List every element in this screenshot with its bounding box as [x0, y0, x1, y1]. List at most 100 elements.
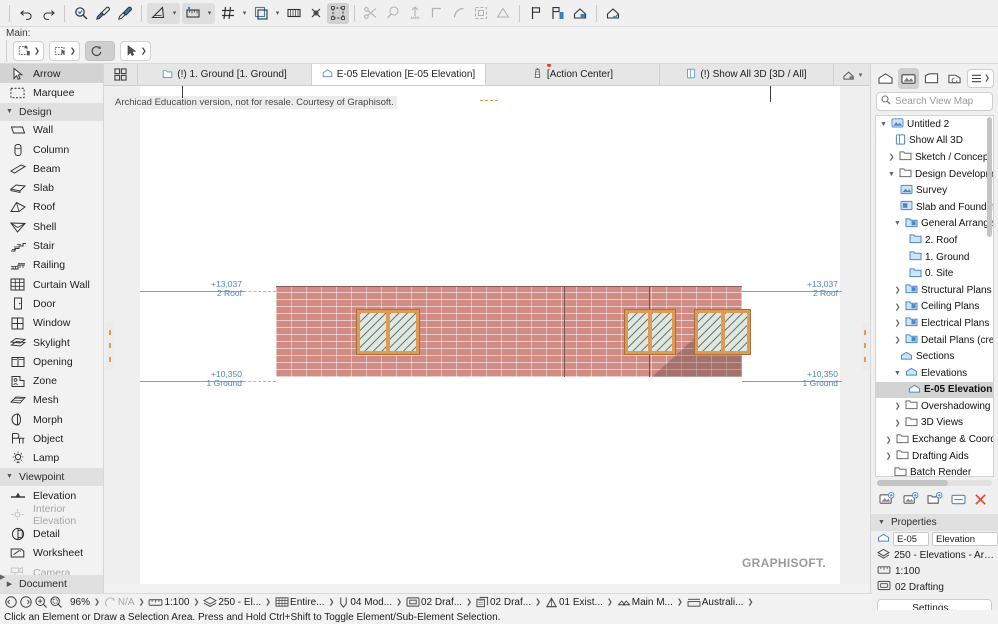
dimension-style-value[interactable]: Australi...	[702, 597, 744, 608]
issue-icon[interactable]	[617, 596, 631, 608]
chevron-right-icon[interactable]: ❯	[466, 598, 472, 606]
guide-lines-icon[interactable]	[250, 3, 272, 24]
tree-item-overshadowing-plans[interactable]: ❯ Overshadowing Pl	[876, 398, 993, 415]
tree-item-slab-and-foundation[interactable]: Slab and Foundatio	[876, 199, 993, 216]
chevron-right-icon[interactable]: ❯	[396, 598, 402, 606]
tool-arrow[interactable]: Arrow	[0, 64, 103, 84]
tab-show-all-3d[interactable]: (!) Show All 3D [3D / All]	[660, 64, 834, 85]
renovation-filter-icon[interactable]	[545, 596, 558, 609]
structure-display-value[interactable]: Entire...	[290, 597, 324, 608]
toolbox-section-design[interactable]: ▼ Design	[0, 102, 103, 121]
tool-curtain-wall[interactable]: Curtain Wall	[0, 275, 103, 294]
chevron-right-icon[interactable]: ❯	[677, 598, 683, 606]
tool-stair[interactable]: Stair	[0, 236, 103, 255]
property-layer-combination[interactable]: 250 - Elevations - Architect...	[871, 547, 998, 563]
tool-railing[interactable]: Railing	[0, 256, 103, 275]
tree-item-batch-render[interactable]: Batch Render	[876, 464, 993, 476]
tree-item-e05-elevation[interactable]: E-05 Elevation	[876, 381, 993, 399]
tree-item-design-development[interactable]: ▼ Design Development	[876, 166, 993, 183]
panel-resize-grip[interactable]: ▶	[0, 570, 5, 584]
tree-item-0-site[interactable]: 0. Site	[876, 265, 993, 282]
chevron-right-icon[interactable]: ❯	[887, 153, 896, 161]
orientation-icon[interactable]	[104, 596, 117, 609]
undo-icon[interactable]	[15, 3, 37, 24]
zoom-next-icon[interactable]	[19, 595, 33, 609]
tree-item-electrical-plans[interactable]: ❯ Electrical Plans	[876, 315, 993, 332]
chevron-right-icon[interactable]: ❯	[893, 336, 902, 344]
chevron-right-icon[interactable]: ❯	[94, 598, 100, 606]
trim-corner-icon[interactable]	[426, 3, 448, 24]
chevron-down-icon[interactable]: ▼	[893, 370, 902, 377]
measure-dropdown[interactable]: ▾	[204, 3, 215, 24]
zoom-in-icon[interactable]	[34, 595, 48, 609]
marquee-3d-icon[interactable]	[327, 2, 349, 24]
layout-book-tab[interactable]	[921, 68, 942, 89]
issue-scheme-value[interactable]: Main M...	[632, 597, 673, 608]
chevron-right-icon[interactable]: ❯	[265, 598, 271, 606]
tree-item-exchange-coordination[interactable]: ❯ Exchange & Coordina	[876, 431, 993, 448]
magic-wand-dropdown[interactable]: ▾	[169, 3, 180, 24]
grid-snap-dropdown[interactable]: ▾	[239, 3, 250, 24]
tool-door[interactable]: Door	[0, 294, 103, 313]
view-map-tree[interactable]: ▼ Untitled 2 Show All 3D ❯ Sketch / Conc…	[875, 115, 994, 477]
clone-folder-icon[interactable]	[903, 492, 919, 509]
arrow-chip[interactable]: ❯	[119, 41, 151, 61]
tool-window[interactable]: Window	[0, 314, 103, 333]
rotate-chip[interactable]	[84, 41, 115, 61]
project-map-tab[interactable]	[875, 68, 896, 89]
guide-lines-dropdown[interactable]: ▾	[272, 3, 283, 24]
model-view-icon[interactable]	[569, 3, 591, 24]
tool-slab[interactable]: Slab	[0, 178, 103, 197]
override-icon[interactable]	[476, 596, 489, 609]
tree-item-1-ground[interactable]: 1. Ground	[876, 249, 993, 266]
chevron-right-icon[interactable]: ❯	[139, 598, 145, 606]
intersect-icon[interactable]	[492, 3, 514, 24]
properties-header[interactable]: ▼ Properties	[871, 514, 998, 531]
eyedropper-icon[interactable]	[92, 3, 114, 24]
renovation-filter-value[interactable]: 01 Exist...	[559, 597, 603, 608]
tree-item-untitled-2[interactable]: ▼ Untitled 2	[876, 116, 993, 133]
tree-item-2-roof[interactable]: 2. Roof	[876, 232, 993, 249]
building-materials-icon[interactable]	[547, 3, 569, 24]
chevron-down-icon[interactable]: ▼	[893, 220, 902, 227]
chevron-right-icon[interactable]: ❯	[329, 598, 335, 606]
tree-vertical-scrollbar[interactable]	[987, 117, 992, 237]
tab-e05-elevation[interactable]: E-05 Elevation [E-05 Elevation]	[312, 64, 486, 85]
tool-shell[interactable]: Shell	[0, 217, 103, 236]
window-right[interactable]	[695, 310, 750, 354]
elevation-marker-handle-right[interactable]	[861, 322, 869, 370]
marquee-chip[interactable]: ❯	[48, 41, 80, 61]
pen-icon[interactable]	[338, 596, 349, 609]
dimension-icon[interactable]	[283, 3, 305, 24]
tool-beam[interactable]: Beam	[0, 159, 103, 178]
fillet-icon[interactable]	[448, 3, 470, 24]
tab-overflow-icon[interactable]: ▾	[834, 64, 870, 85]
view-id-field[interactable]: E-05	[893, 532, 929, 546]
snap-point-icon[interactable]	[305, 3, 327, 24]
chevron-right-icon[interactable]: ❯	[747, 598, 753, 606]
tree-item-sections[interactable]: Sections	[876, 348, 993, 365]
tree-item-drafting-aids[interactable]: ❯ Drafting Aids	[876, 448, 993, 465]
drag-copy-icon[interactable]	[382, 3, 404, 24]
tab-grid-icon[interactable]	[104, 64, 138, 85]
view-name-field[interactable]: Elevation	[932, 532, 998, 546]
tool-lamp[interactable]: Lamp	[0, 449, 103, 468]
chevron-down-icon[interactable]: ▼	[887, 171, 896, 178]
tool-interior-elevation[interactable]: Interior Elevation	[0, 503, 103, 527]
syringe-icon[interactable]	[114, 3, 136, 24]
close-icon[interactable]	[974, 493, 987, 509]
chevron-right-icon[interactable]: ❯	[884, 452, 893, 460]
model-view-options-value[interactable]: 02 Draf...	[421, 597, 462, 608]
tool-roof[interactable]: Roof	[0, 198, 103, 217]
tree-item-general-arrangement[interactable]: ▼ General Arrangem	[876, 216, 993, 233]
zoom-level[interactable]: 96%	[70, 597, 90, 608]
elevation-marker-handle-left[interactable]	[106, 322, 114, 370]
tool-worksheet[interactable]: Worksheet	[0, 544, 103, 563]
renovation-icon[interactable]	[602, 3, 624, 24]
tree-item-detail-plans[interactable]: ❯ Detail Plans (creat	[876, 332, 993, 349]
dimension-style-icon[interactable]	[687, 597, 701, 608]
chevron-right-icon[interactable]: ❯	[893, 402, 902, 410]
search-view-map[interactable]: Search View Map	[876, 92, 993, 111]
tool-zone[interactable]: Zone	[0, 371, 103, 390]
tool-skylight[interactable]: Skylight	[0, 333, 103, 352]
